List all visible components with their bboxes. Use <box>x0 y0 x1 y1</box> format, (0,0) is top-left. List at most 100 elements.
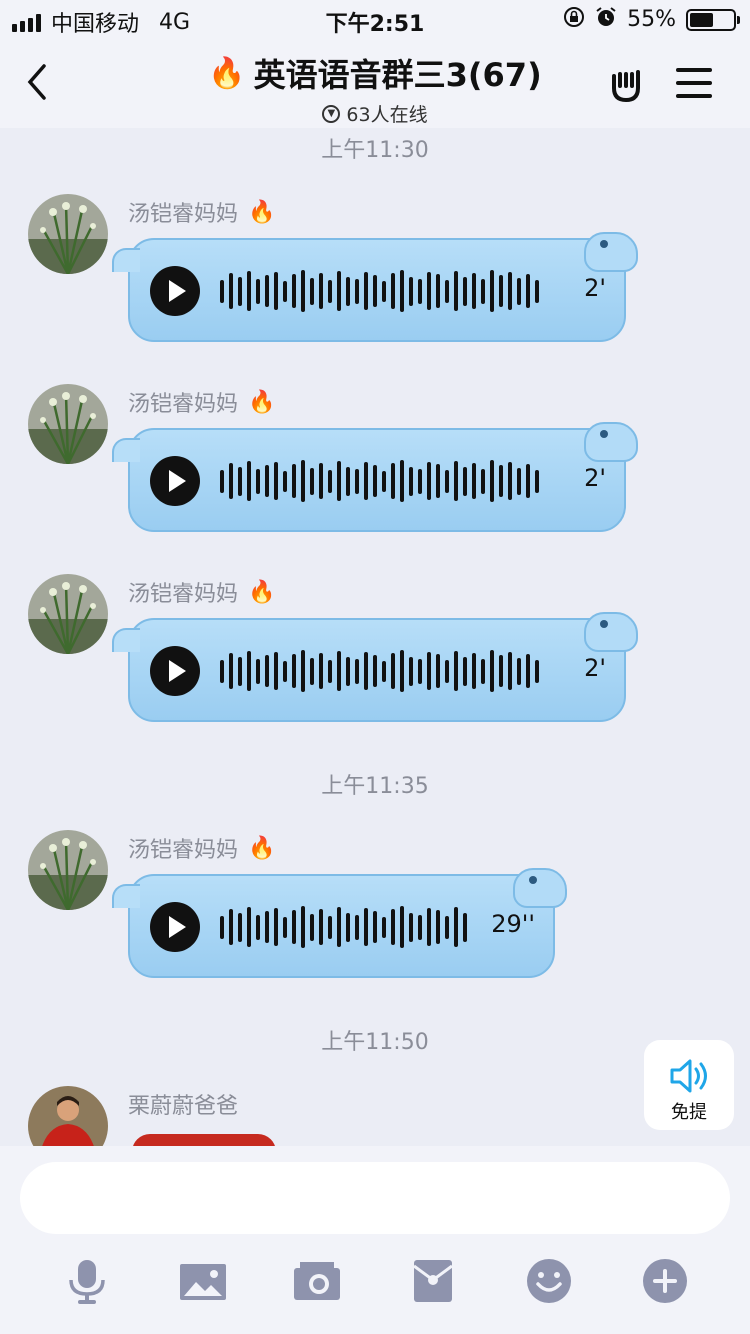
bubble-tail <box>112 884 140 908</box>
waveform-bar <box>382 470 386 492</box>
waveform-bar <box>265 275 269 307</box>
play-button[interactable] <box>150 266 200 316</box>
play-button[interactable] <box>150 456 200 506</box>
waveform-bar <box>454 271 458 311</box>
waveform-bar <box>355 468 359 494</box>
waveform-bar <box>319 909 323 945</box>
voice-message[interactable]: 2' <box>112 422 638 532</box>
menu-line <box>676 81 712 85</box>
voice-message[interactable]: 29'' <box>112 868 567 978</box>
waveform-bar <box>283 470 287 492</box>
waveform-bar <box>427 908 431 946</box>
waveform-bar <box>283 660 287 682</box>
waveform-bar <box>400 460 404 502</box>
waveform-bar <box>337 461 341 501</box>
image-icon[interactable] <box>178 1256 228 1306</box>
bubble-tail <box>112 438 140 462</box>
waveform-bar <box>481 658 485 684</box>
plus-icon[interactable] <box>640 1256 690 1306</box>
waveform-bar <box>319 653 323 689</box>
waveform-bar <box>409 656 413 686</box>
waveform-bar <box>436 274 440 308</box>
avatar[interactable] <box>28 384 108 464</box>
waveform-bar <box>256 914 260 940</box>
waveform-bar <box>310 467 314 495</box>
waveform-bar <box>472 653 476 689</box>
waveform-bar <box>472 463 476 499</box>
red-packet-icon[interactable] <box>408 1256 458 1306</box>
waveform-bar <box>310 277 314 305</box>
waveform-bar <box>328 659 332 683</box>
battery-icon <box>686 8 740 31</box>
online-count: ▼ 63人在线 <box>322 100 428 127</box>
fire-icon: 🔥 <box>248 389 276 415</box>
waveform-bar <box>319 273 323 309</box>
input-bar <box>0 1146 750 1334</box>
waveform-bar <box>436 654 440 688</box>
waveform-bar <box>247 461 251 501</box>
camera-icon[interactable] <box>292 1256 342 1306</box>
waveform-bar <box>220 279 224 303</box>
hand-gesture-button[interactable] <box>606 62 646 106</box>
voice-duration: 29'' <box>491 910 535 938</box>
waveform-bar <box>247 271 251 311</box>
bubble-tail <box>112 248 140 272</box>
waveform-bar <box>517 657 521 685</box>
waveform-bar <box>346 276 350 306</box>
waveform-bar <box>292 654 296 688</box>
waveform-bar <box>265 911 269 943</box>
waveform-bar <box>490 460 494 502</box>
waveform-bar <box>400 906 404 948</box>
avatar[interactable] <box>28 574 108 654</box>
waveform-bar <box>418 278 422 304</box>
plant-avatar-icon <box>28 194 108 274</box>
menu-button[interactable] <box>676 68 712 100</box>
waveform-bar <box>391 909 395 945</box>
waveform-bar <box>481 468 485 494</box>
waveform-bar <box>445 279 449 303</box>
waveform-bar <box>400 270 404 312</box>
timestamp: 上午11:50 <box>321 1030 429 1055</box>
waveform-bar <box>445 659 449 683</box>
waveform-bar <box>355 914 359 940</box>
waveform-bar <box>346 466 350 496</box>
waveform-bar <box>274 272 278 310</box>
waveform-bar <box>427 462 431 500</box>
waveform-bar <box>373 275 377 307</box>
plant-avatar-icon <box>28 574 108 654</box>
waveform-bar <box>337 271 341 311</box>
waveform-bar <box>310 913 314 941</box>
waveform-bar <box>292 910 296 944</box>
waveform-bar <box>490 270 494 312</box>
voice-duration: 2' <box>584 464 606 492</box>
speaker-toggle-button[interactable]: 免提 <box>644 1040 734 1130</box>
waveform-bar <box>265 655 269 687</box>
waveform-bar <box>418 658 422 684</box>
waveform-bar <box>499 275 503 307</box>
nav-bar: 🔥 英语语音群三3(67) ▼ 63人在线 <box>0 40 750 128</box>
waveform-bar <box>526 274 530 308</box>
battery-percent: 55% <box>627 7 676 32</box>
voice-message[interactable]: 2' <box>112 612 638 722</box>
waveform <box>220 650 539 692</box>
voice-message[interactable]: 2' <box>112 232 638 342</box>
avatar[interactable] <box>28 194 108 274</box>
timestamp: 上午11:35 <box>321 774 429 799</box>
plant-avatar-icon <box>28 830 108 910</box>
waveform-bar <box>220 915 224 939</box>
waveform-bar <box>346 656 350 686</box>
waveform-bar <box>301 270 305 312</box>
play-button[interactable] <box>150 646 200 696</box>
message-input[interactable] <box>20 1162 730 1234</box>
avatar[interactable] <box>28 830 108 910</box>
waveform-bar <box>391 653 395 689</box>
emoji-icon[interactable] <box>524 1256 574 1306</box>
waveform-bar <box>364 908 368 946</box>
microphone-icon[interactable] <box>62 1256 112 1306</box>
speaker-toggle-label: 免提 <box>671 1102 707 1123</box>
timestamp: 上午11:30 <box>321 138 429 163</box>
plant-avatar-icon <box>28 384 108 464</box>
waveform-bar <box>409 276 413 306</box>
play-button[interactable] <box>150 902 200 952</box>
waveform-bar <box>382 660 386 682</box>
